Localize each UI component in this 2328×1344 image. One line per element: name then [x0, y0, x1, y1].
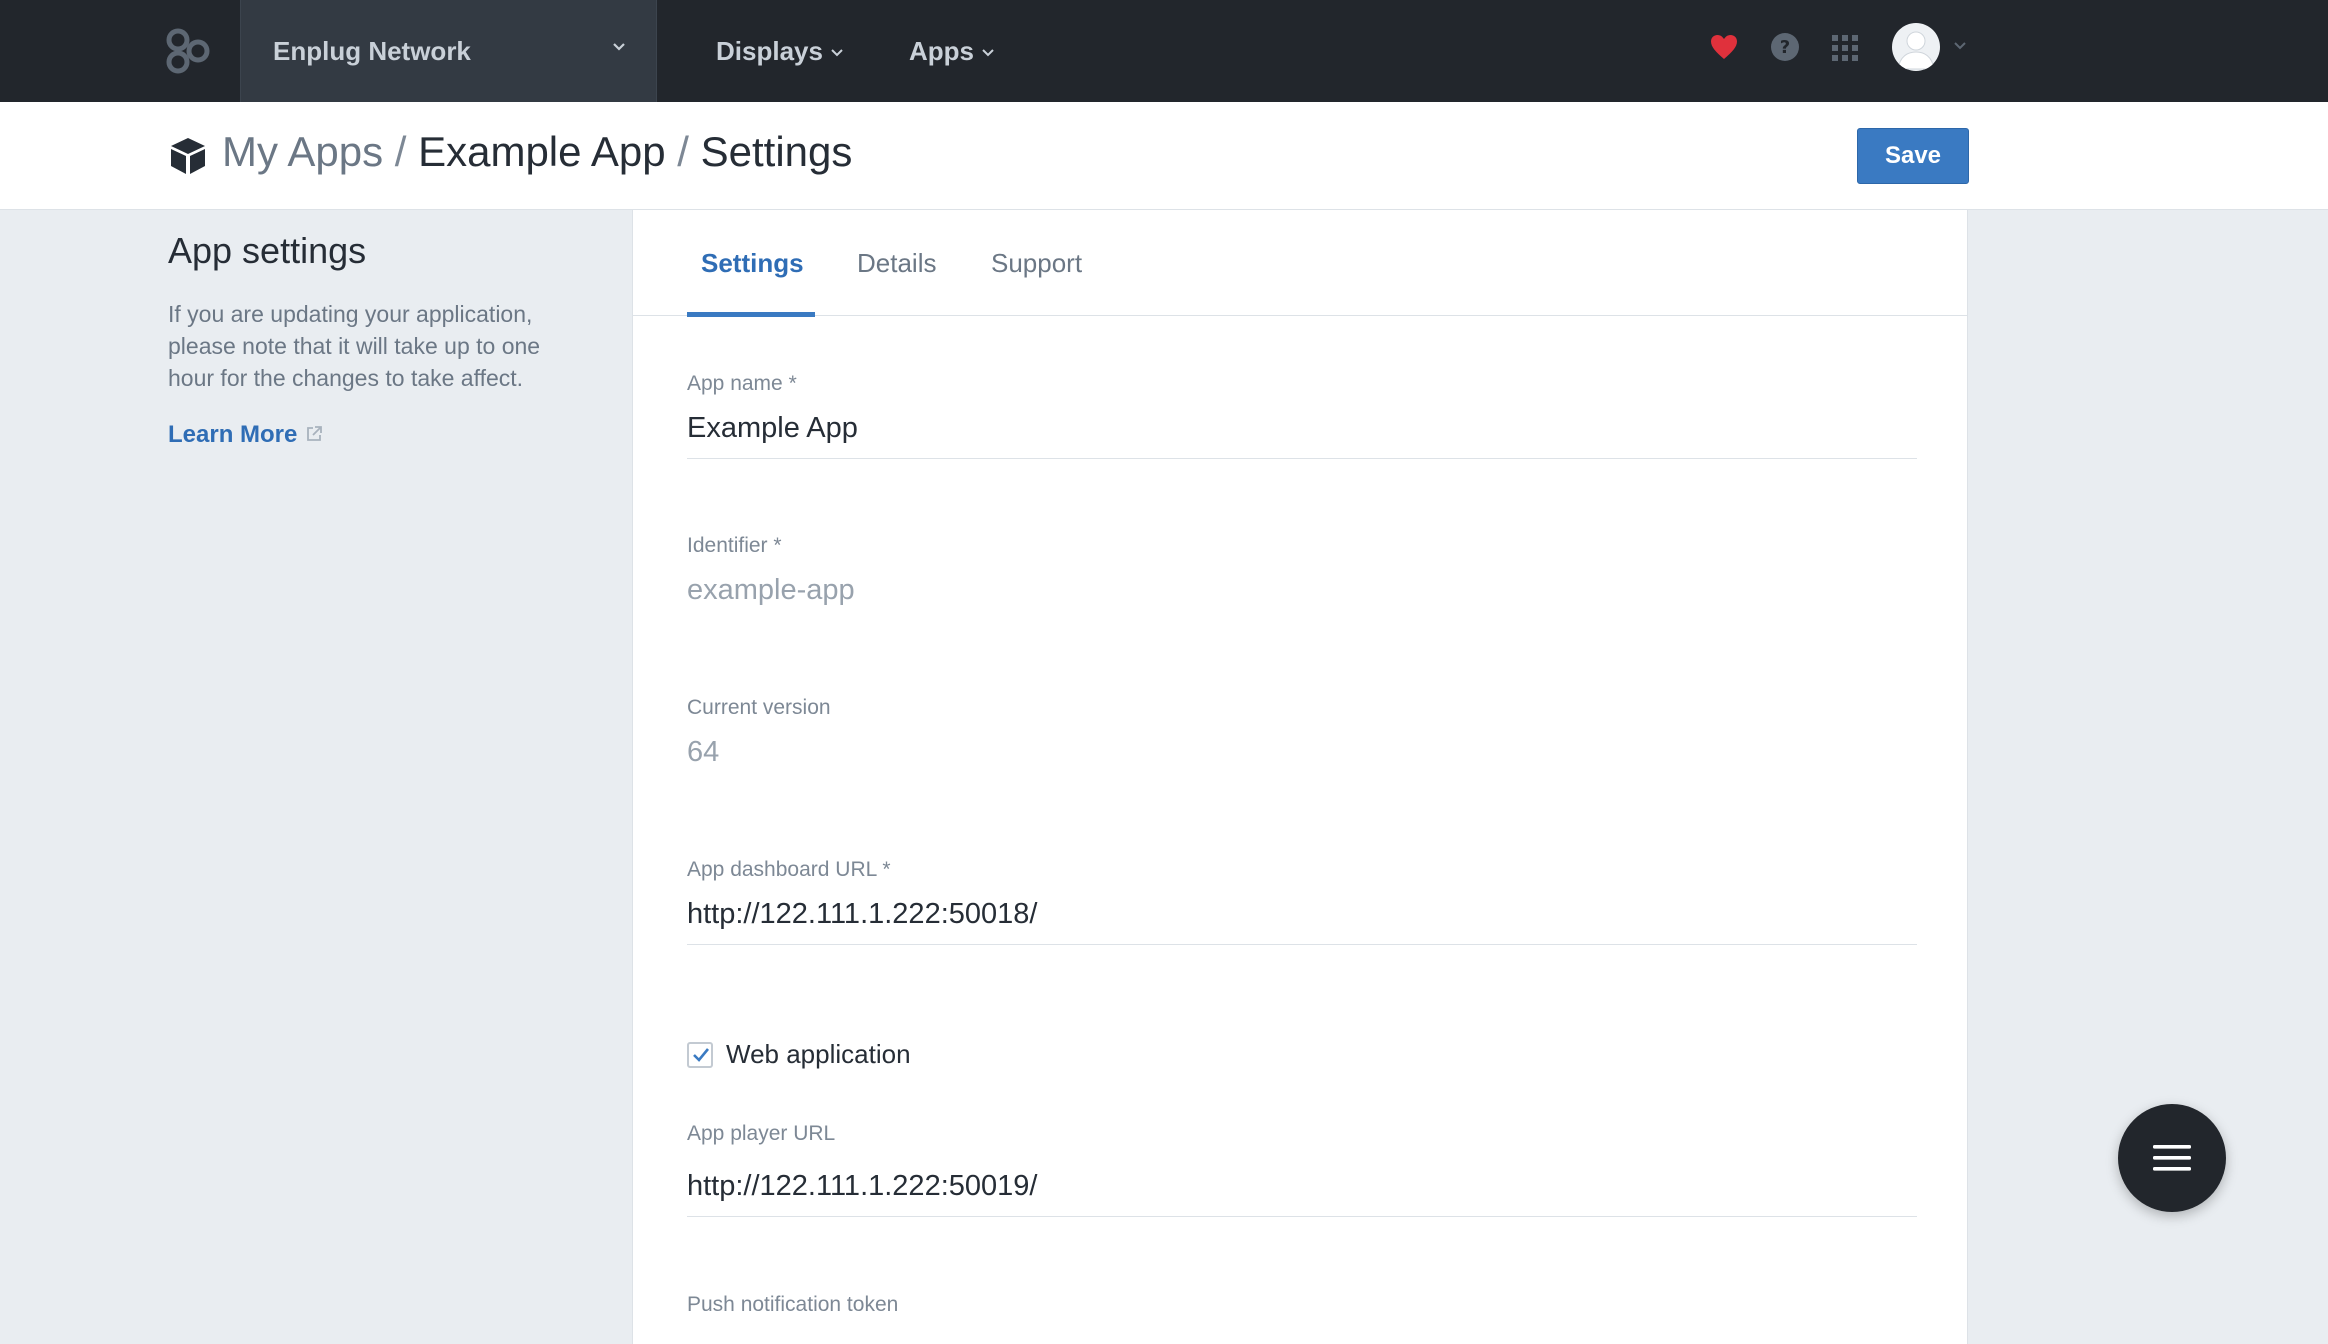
nav-apps-dropdown[interactable]: Apps [909, 36, 994, 67]
chevron-down-icon [982, 49, 994, 57]
save-button[interactable]: Save [1857, 128, 1969, 184]
dashboard-url-input[interactable]: http://122.111.1.222:50018/ [687, 898, 1037, 931]
breadcrumb-separator: / [394, 128, 407, 175]
help-icon[interactable]: ? [1770, 32, 1800, 62]
settings-panel: Settings Details Support App name * Exam… [632, 210, 1968, 1344]
tab-bar: Settings Details Support [633, 210, 1967, 317]
breadcrumb-separator: / [677, 128, 689, 175]
checkmark-icon [693, 1048, 710, 1062]
dashboard-url-label: App dashboard URL * [687, 858, 891, 881]
identifier-label: Identifier * [687, 534, 782, 557]
logo-icon[interactable] [164, 26, 214, 76]
chevron-down-icon [831, 49, 843, 57]
page-header: My Apps / Example App / Settings [0, 102, 2328, 210]
player-url-input[interactable]: http://122.111.1.222:50019/ [687, 1170, 1037, 1203]
field-divider [687, 458, 1917, 459]
breadcrumb-current: Settings [700, 128, 853, 175]
web-application-label[interactable]: Web application [726, 1039, 911, 1070]
identifier-value: example-app [687, 574, 855, 606]
push-token-label: Push notification token [687, 1293, 899, 1316]
heart-icon[interactable] [1710, 34, 1738, 60]
menu-fab-button[interactable] [2118, 1104, 2226, 1212]
learn-more-link[interactable]: Learn More [168, 421, 323, 449]
hamburger-menu-icon [2153, 1145, 2191, 1171]
breadcrumb-my-apps[interactable]: My Apps [222, 128, 383, 175]
avatar[interactable] [1892, 23, 1940, 71]
breadcrumb-example-app[interactable]: Example App [418, 128, 666, 175]
sidebar-title: App settings [168, 230, 367, 271]
active-tab-indicator [687, 312, 815, 317]
top-navbar: Enplug Network Displays Apps ? [0, 0, 2328, 102]
cube-icon [171, 138, 205, 174]
nav-displays-label: Displays [716, 36, 823, 66]
svg-text:?: ? [1780, 37, 1790, 58]
nav-displays-dropdown[interactable]: Displays [716, 36, 843, 67]
tab-support[interactable]: Support [991, 248, 1082, 279]
breadcrumb: My Apps / Example App / Settings [222, 128, 852, 176]
player-url-label: App player URL [687, 1122, 836, 1145]
sidebar-description: If you are updating your application, pl… [168, 301, 541, 391]
app-name-input[interactable]: Example App [687, 412, 858, 445]
network-name: Enplug Network [273, 36, 471, 66]
field-divider [687, 944, 1917, 945]
nav-apps-label: Apps [909, 36, 974, 66]
user-icon [1897, 31, 1935, 70]
current-version-label: Current version [687, 696, 831, 719]
chevron-down-icon[interactable] [1954, 42, 1966, 50]
field-divider [687, 1216, 1917, 1217]
apps-grid-icon[interactable] [1832, 35, 1858, 61]
app-name-label: App name * [687, 372, 797, 395]
chevron-down-icon [613, 43, 625, 51]
learn-more-label: Learn More [168, 421, 298, 448]
current-version-value: 64 [687, 736, 720, 768]
network-selector[interactable]: Enplug Network [240, 0, 657, 102]
tab-details[interactable]: Details [857, 248, 936, 279]
tab-settings[interactable]: Settings [701, 248, 804, 279]
external-link-icon [307, 426, 323, 441]
web-application-checkbox[interactable] [687, 1042, 713, 1068]
